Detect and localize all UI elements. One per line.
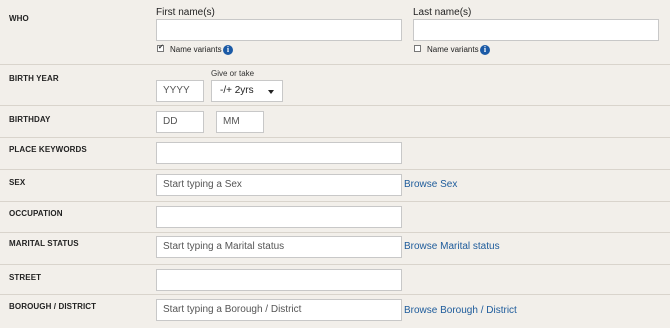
birthday-day-input[interactable]: DD (156, 111, 204, 133)
checkmark-icon: ✔ (158, 44, 164, 51)
last-name-input[interactable] (413, 19, 659, 41)
first-name-header: First name(s) (156, 7, 215, 18)
birth-year-label: BIRTH YEAR (9, 74, 59, 83)
marital-status-label: MARITAL STATUS (9, 239, 79, 248)
give-or-take-label: Give or take (211, 69, 255, 78)
borough-input[interactable]: Start typing a Borough / District (156, 299, 402, 321)
year-range-select[interactable]: -/+ 2yrs (211, 80, 283, 102)
sex-input[interactable]: Start typing a Sex (156, 174, 402, 196)
last-name-header: Last name(s) (413, 7, 472, 18)
last-name-variants-checkbox[interactable] (414, 45, 421, 52)
borough-label: BOROUGH / DISTRICT (9, 302, 97, 311)
occupation-row: OCCUPATION (0, 201, 670, 233)
birthday-month-input[interactable]: MM (216, 111, 264, 133)
who-label: WHO (9, 14, 29, 23)
marital-status-row: MARITAL STATUS Start typing a Marital st… (0, 232, 670, 265)
info-icon[interactable]: i (480, 45, 490, 55)
marital-status-input[interactable]: Start typing a Marital status (156, 236, 402, 258)
who-row: WHO First name(s) ✔ Name variants i Last… (0, 0, 670, 65)
browse-sex-link[interactable]: Browse Sex (404, 179, 457, 190)
place-keywords-row: PLACE KEYWORDS (0, 137, 670, 170)
last-name-variants-label: Name variants (427, 45, 479, 54)
occupation-input[interactable] (156, 206, 402, 228)
place-keywords-label: PLACE KEYWORDS (9, 145, 87, 154)
place-keywords-input[interactable] (156, 142, 402, 164)
borough-row: BOROUGH / DISTRICT Start typing a Boroug… (0, 294, 670, 328)
street-input[interactable] (156, 269, 402, 291)
year-range-value: -/+ 2yrs (220, 85, 254, 96)
street-label: STREET (9, 273, 42, 282)
birth-year-row: BIRTH YEAR YYYY Give or take -/+ 2yrs (0, 64, 670, 106)
birth-year-input[interactable]: YYYY (156, 80, 204, 102)
street-row: STREET (0, 264, 670, 295)
birthday-row: BIRTHDAY DD MM (0, 105, 670, 138)
sex-row: SEX Start typing a Sex Browse Sex (0, 169, 670, 202)
sex-label: SEX (9, 178, 26, 187)
occupation-label: OCCUPATION (9, 209, 63, 218)
first-name-input[interactable] (156, 19, 402, 41)
browse-marital-status-link[interactable]: Browse Marital status (404, 241, 500, 252)
info-icon[interactable]: i (223, 45, 233, 55)
birthday-label: BIRTHDAY (9, 115, 51, 124)
chevron-down-icon (268, 90, 274, 94)
browse-borough-link[interactable]: Browse Borough / District (404, 305, 517, 316)
first-name-variants-label: Name variants (170, 45, 222, 54)
first-name-variants-checkbox[interactable]: ✔ (157, 44, 164, 52)
